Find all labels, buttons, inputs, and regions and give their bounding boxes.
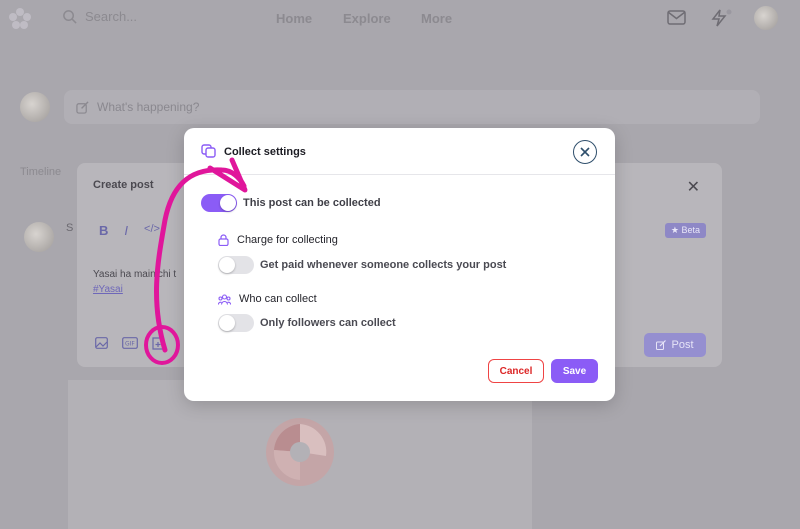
app-logo-icon: [9, 8, 31, 29]
lock-icon: [218, 234, 229, 246]
charge-toggle-label: Get paid whenever someone collects your …: [260, 259, 507, 271]
followers-only-toggle[interactable]: [218, 314, 254, 332]
gif-icon[interactable]: GIF: [122, 337, 138, 349]
user-avatar[interactable]: [754, 6, 778, 30]
post-edit-icon: [656, 340, 667, 350]
close-icon: [580, 147, 590, 157]
toggle-knob: [219, 315, 235, 331]
beta-badge: ★ Beta: [664, 223, 706, 238]
collectable-toggle[interactable]: [201, 194, 237, 212]
background-tab: Timeline: [20, 166, 62, 178]
post-body-text: Yasai ha mainichi t: [93, 269, 177, 280]
close-button[interactable]: [573, 140, 597, 164]
charge-toggle[interactable]: [218, 256, 254, 274]
post-button[interactable]: Post: [644, 333, 706, 357]
italic-button[interactable]: I: [124, 223, 128, 238]
charge-heading: Charge for collecting: [218, 234, 338, 246]
modal-header: Collect settings: [184, 128, 615, 175]
toggle-knob: [219, 257, 235, 273]
cancel-button[interactable]: Cancel: [488, 359, 544, 383]
collectable-label: This post can be collected: [243, 197, 381, 209]
save-button[interactable]: Save: [551, 359, 598, 383]
collect-settings-icon[interactable]: [152, 337, 164, 350]
search-icon: [63, 10, 77, 24]
feed-logo-icon: [266, 418, 334, 486]
post-button-label: Post: [671, 339, 694, 351]
nav-more[interactable]: More: [421, 11, 452, 26]
format-toolbar: B I </>: [99, 223, 160, 238]
charge-heading-text: Charge for collecting: [237, 234, 338, 246]
who-heading-text: Who can collect: [239, 293, 317, 305]
post-hashtag[interactable]: #Yasai: [93, 282, 176, 297]
modal-title: Collect settings: [224, 146, 306, 158]
create-post-title: Create post: [93, 179, 154, 191]
svg-text:GIF: GIF: [125, 341, 135, 348]
bold-button[interactable]: B: [99, 223, 108, 238]
image-icon[interactable]: [95, 337, 108, 349]
compose-avatar: [20, 92, 50, 122]
mail-icon[interactable]: [667, 10, 686, 25]
collect-icon: [201, 144, 216, 158]
post-body[interactable]: Yasai ha mainichi t #Yasai: [93, 267, 176, 297]
search-bar[interactable]: Search...: [62, 9, 137, 24]
search-placeholder: Search...: [85, 9, 138, 24]
followers-only-label: Only followers can collect: [260, 317, 396, 329]
code-button[interactable]: </>: [144, 223, 160, 238]
compose-bar: What's happening?: [20, 88, 760, 126]
who-heading: Who can collect: [218, 293, 317, 305]
create-post-close-icon[interactable]: ✕: [687, 177, 700, 197]
nav-explore[interactable]: Explore: [343, 11, 391, 26]
attachment-toolbar: GIF: [95, 337, 164, 350]
nav-home[interactable]: Home: [276, 11, 312, 26]
toggle-knob: [220, 195, 236, 211]
post-author-avatar: [24, 222, 54, 252]
compose-input[interactable]: What's happening?: [64, 90, 760, 124]
top-bar: Search... Home Explore More: [0, 0, 800, 37]
users-icon: [218, 293, 231, 305]
post-author-initial: S: [66, 222, 74, 234]
collect-settings-modal: Collect settings This post can be collec…: [184, 128, 615, 401]
notifications-icon[interactable]: [710, 9, 732, 27]
compose-placeholder: What's happening?: [97, 100, 200, 114]
edit-icon: [76, 100, 89, 114]
